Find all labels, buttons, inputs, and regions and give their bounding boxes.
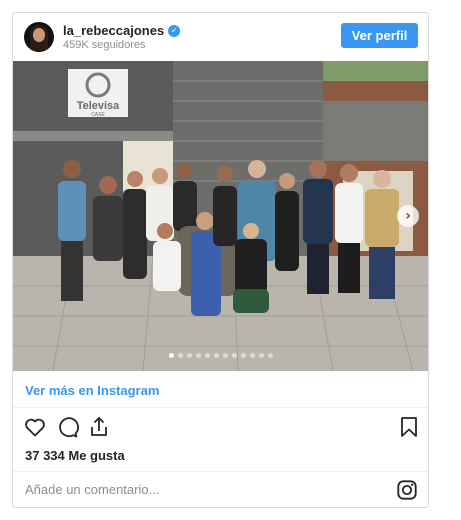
divider bbox=[13, 471, 428, 472]
comment-icon[interactable] bbox=[55, 415, 79, 439]
username-link[interactable]: la_rebeccajones bbox=[63, 23, 164, 38]
carousel-dot bbox=[267, 353, 273, 358]
carousel-dot bbox=[249, 353, 255, 358]
televisa-sign-sub: CASE bbox=[91, 112, 105, 118]
instagram-embed-card: la_rebeccajones ✓ 459K seguidores Ver pe… bbox=[12, 12, 429, 508]
share-icon[interactable] bbox=[87, 415, 111, 439]
bookmark-icon[interactable] bbox=[397, 415, 421, 439]
televisa-sign: Televisa bbox=[77, 100, 120, 112]
chevron-right-icon[interactable]: › bbox=[397, 205, 419, 227]
action-bar bbox=[13, 415, 428, 445]
carousel-dot bbox=[186, 353, 192, 358]
divider bbox=[13, 407, 428, 408]
post-photo[interactable]: Televisa CASE › bbox=[13, 61, 428, 371]
carousel-dot bbox=[258, 353, 264, 358]
avatar[interactable] bbox=[24, 22, 54, 52]
carousel-dot bbox=[204, 353, 210, 358]
carousel-dot bbox=[213, 353, 219, 358]
heart-icon[interactable] bbox=[23, 415, 47, 439]
follower-count: 459K seguidores bbox=[63, 39, 146, 51]
carousel-dot bbox=[195, 353, 201, 358]
post-header: la_rebeccajones ✓ 459K seguidores Ver pe… bbox=[13, 13, 428, 61]
comment-input[interactable]: Añade un comentario... bbox=[25, 482, 159, 497]
like-count[interactable]: 37 334 Me gusta bbox=[25, 448, 125, 463]
group-photo-image: Televisa CASE bbox=[13, 61, 428, 371]
carousel-dot bbox=[240, 353, 246, 358]
carousel-indicator bbox=[13, 353, 428, 358]
carousel-dot bbox=[168, 353, 174, 358]
see-more-on-instagram-link[interactable]: Ver más en Instagram bbox=[25, 383, 159, 398]
view-profile-button[interactable]: Ver perfil bbox=[341, 23, 418, 48]
carousel-dot bbox=[222, 353, 228, 358]
carousel-dot bbox=[231, 353, 237, 358]
carousel-dot bbox=[177, 353, 183, 358]
verified-badge-icon: ✓ bbox=[168, 24, 181, 37]
instagram-icon[interactable] bbox=[396, 479, 418, 501]
username-row: la_rebeccajones ✓ bbox=[63, 23, 181, 38]
